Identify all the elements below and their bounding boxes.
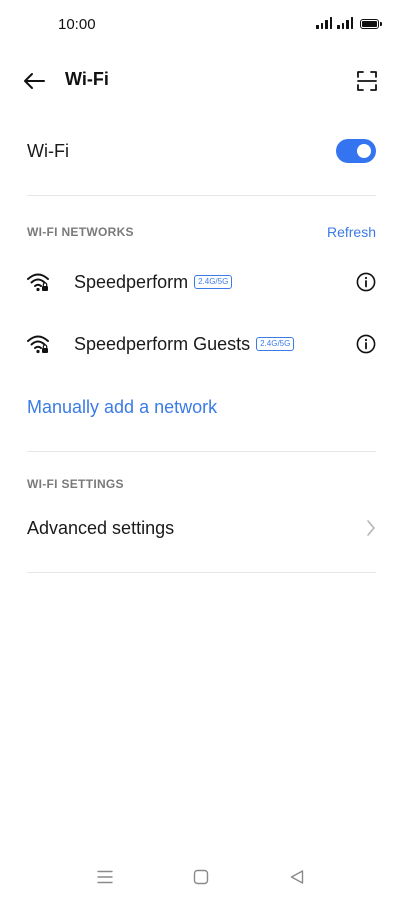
- refresh-button[interactable]: Refresh: [327, 224, 376, 240]
- navigation-bar: [0, 860, 403, 894]
- app-bar: Wi-Fi: [0, 56, 403, 106]
- info-icon[interactable]: [356, 334, 376, 354]
- band-badge: 2.4G/5G: [194, 274, 233, 289]
- chevron-right-icon: [367, 520, 375, 536]
- back-button[interactable]: [20, 68, 48, 94]
- wifi-toggle-switch[interactable]: [336, 139, 376, 163]
- network-name-text: Speedperform Guests: [74, 334, 251, 354]
- networks-section-header: WI-FI NETWORKS: [27, 225, 134, 239]
- status-icons: [316, 17, 382, 29]
- home-square-icon: [193, 869, 209, 885]
- battery-icon: [360, 19, 382, 29]
- page-title: Wi-Fi: [65, 69, 109, 89]
- network-name: Speedperform Guests 2.4G/5G: [74, 334, 295, 355]
- wifi-locked-icon: [27, 335, 49, 354]
- home-button[interactable]: [190, 866, 212, 888]
- manually-add-network-link[interactable]: Manually add a network: [27, 397, 217, 418]
- toggle-knob: [357, 144, 371, 158]
- arrow-left-icon: [24, 73, 45, 89]
- wifi-toggle-row[interactable]: Wi-Fi: [27, 130, 376, 174]
- cellular-signal-icon: [316, 17, 332, 29]
- network-name: Speedperform 2.4G/5G: [74, 272, 233, 293]
- scan-button[interactable]: [355, 69, 379, 93]
- status-time: 10:00: [58, 16, 96, 33]
- advanced-settings-label: Advanced settings: [27, 518, 175, 538]
- status-bar: 10:00: [0, 0, 403, 50]
- network-item[interactable]: Speedperform 2.4G/5G: [27, 261, 376, 305]
- menu-button[interactable]: [94, 866, 116, 888]
- divider: [27, 451, 376, 452]
- menu-icon: [97, 870, 113, 884]
- divider: [27, 195, 376, 196]
- info-icon[interactable]: [356, 272, 376, 292]
- network-item[interactable]: Speedperform Guests 2.4G/5G: [27, 323, 376, 367]
- network-name-text: Speedperform: [74, 272, 189, 292]
- cellular-signal-icon: [337, 17, 353, 29]
- nav-back-button[interactable]: [286, 866, 308, 888]
- qr-scan-icon: [357, 71, 377, 91]
- wifi-toggle-label: Wi-Fi: [27, 141, 69, 161]
- divider: [27, 572, 376, 573]
- settings-section-header: WI-FI SETTINGS: [27, 477, 124, 491]
- back-triangle-icon: [290, 870, 304, 884]
- wifi-locked-icon: [27, 273, 49, 292]
- band-badge: 2.4G/5G: [256, 336, 295, 351]
- advanced-settings-item[interactable]: Advanced settings: [27, 508, 376, 548]
